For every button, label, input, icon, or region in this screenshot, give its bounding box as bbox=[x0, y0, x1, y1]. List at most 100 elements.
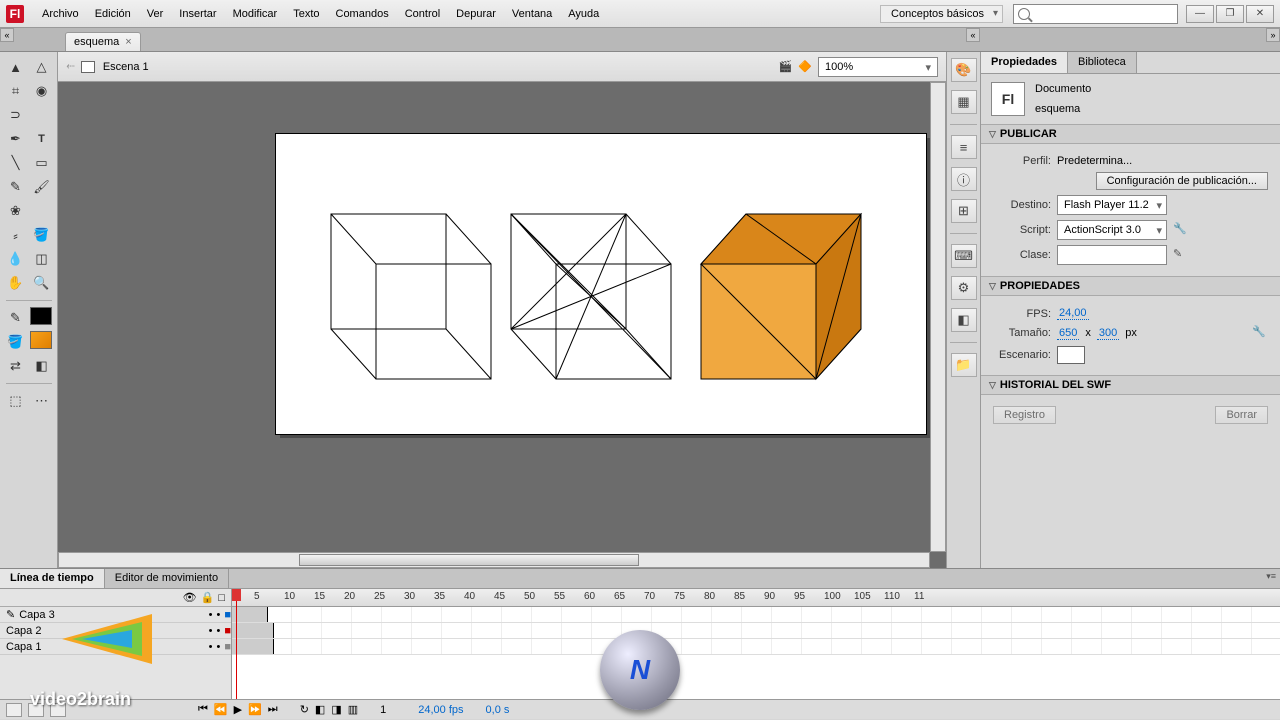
menu-ver[interactable]: Ver bbox=[139, 4, 172, 24]
close-button[interactable]: ✕ bbox=[1246, 5, 1274, 23]
edit-scene-icon[interactable]: 🎬 bbox=[779, 60, 793, 73]
onion-outline-button[interactable]: ◨ bbox=[331, 703, 341, 716]
menu-ventana[interactable]: Ventana bbox=[504, 4, 560, 24]
vertical-scrollbar[interactable] bbox=[930, 82, 946, 552]
align-panel-icon[interactable]: ≡ bbox=[951, 135, 977, 159]
brush-tool[interactable]: 🖌 bbox=[30, 176, 54, 198]
components-icon[interactable]: ⚙ bbox=[951, 276, 977, 300]
playhead[interactable] bbox=[236, 589, 237, 699]
selection-tool[interactable]: ▲ bbox=[4, 56, 28, 78]
fill-color[interactable] bbox=[30, 331, 52, 349]
motion-presets-icon[interactable]: ◧ bbox=[951, 308, 977, 332]
swatches-panel-icon[interactable]: ▦ bbox=[951, 90, 977, 114]
back-icon[interactable]: ⬸ bbox=[66, 60, 75, 73]
document-tab[interactable]: esquema × bbox=[65, 32, 141, 51]
wrench-icon[interactable]: 🔧 bbox=[1173, 222, 1189, 238]
snap-tool[interactable]: ⬚ bbox=[4, 390, 28, 412]
menu-ayuda[interactable]: Ayuda bbox=[560, 4, 607, 24]
edit-multiple-button[interactable]: ▥ bbox=[348, 703, 358, 716]
step-fwd-button[interactable]: ⏩ bbox=[248, 703, 262, 716]
paint-bucket-tool[interactable]: 🪣 bbox=[30, 224, 54, 246]
menu-depurar[interactable]: Depurar bbox=[448, 4, 504, 24]
text-tool[interactable]: T bbox=[30, 128, 54, 150]
menu-archivo[interactable]: Archivo bbox=[34, 4, 87, 24]
onion-skin-button[interactable]: ◧ bbox=[315, 703, 325, 716]
stroke-color-icon[interactable]: ✎ bbox=[4, 307, 28, 329]
workspace-selector[interactable]: Conceptos básicos bbox=[880, 5, 1003, 23]
publish-settings-button[interactable]: Configuración de publicación... bbox=[1096, 172, 1268, 190]
frame-ruler[interactable]: 5101520253035404550556065707580859095100… bbox=[232, 589, 1280, 607]
menu-modificar[interactable]: Modificar bbox=[225, 4, 286, 24]
lasso-tool[interactable]: ⊃ bbox=[4, 104, 28, 126]
tab-motion-editor[interactable]: Editor de movimiento bbox=[105, 569, 229, 588]
color-panel-icon[interactable]: 🎨 bbox=[951, 58, 977, 82]
menu-insertar[interactable]: Insertar bbox=[171, 4, 224, 24]
bone-tool[interactable]: ⸗ bbox=[4, 224, 28, 246]
timeline-fps[interactable]: 24,00 fps bbox=[418, 704, 463, 716]
stage-color[interactable] bbox=[1057, 346, 1085, 364]
rectangle-tool[interactable]: ▭ bbox=[30, 152, 54, 174]
section-publish[interactable]: PUBLICAR bbox=[981, 124, 1280, 144]
hand-tool[interactable]: ✋ bbox=[4, 272, 28, 294]
collapse-left-icon[interactable]: « bbox=[0, 28, 14, 42]
outline-icon[interactable]: □ bbox=[218, 592, 225, 604]
search-input[interactable] bbox=[1013, 4, 1178, 24]
fill-color-icon[interactable]: 🪣 bbox=[4, 331, 28, 353]
zoom-tool[interactable]: 🔍 bbox=[30, 272, 54, 294]
3d-rotation-tool[interactable]: ◉ bbox=[30, 80, 54, 102]
tab-properties[interactable]: Propiedades bbox=[981, 52, 1068, 73]
eraser-tool[interactable]: ◫ bbox=[30, 248, 54, 270]
code-snippets-icon[interactable]: ⌨ bbox=[951, 244, 977, 268]
edit-symbols-icon[interactable]: 🔶 bbox=[798, 60, 812, 73]
pen-tool[interactable]: ✒ bbox=[4, 128, 28, 150]
options[interactable]: ⋯ bbox=[30, 390, 54, 412]
tab-library[interactable]: Biblioteca bbox=[1068, 52, 1137, 73]
ffwd-button[interactable]: ⏭ bbox=[268, 703, 278, 716]
advanced-settings-icon[interactable]: 🔧 bbox=[1252, 325, 1268, 341]
size-width[interactable]: 650 bbox=[1057, 327, 1079, 340]
timeline-menu-icon[interactable]: ▾≡ bbox=[1266, 571, 1276, 582]
tab-timeline[interactable]: Línea de tiempo bbox=[0, 569, 105, 588]
collapse-mid-icon[interactable]: « bbox=[966, 28, 980, 42]
deco-tool[interactable]: ❀ bbox=[4, 200, 28, 222]
rewind-button[interactable]: ⏮ bbox=[198, 703, 208, 716]
default-colors[interactable]: ◧ bbox=[30, 355, 54, 377]
new-layer-button[interactable] bbox=[6, 703, 22, 717]
horizontal-scrollbar[interactable] bbox=[58, 552, 930, 568]
target-select[interactable]: Flash Player 11.2 bbox=[1057, 195, 1167, 215]
lock-icon[interactable]: 🔒 bbox=[201, 591, 215, 604]
menu-control[interactable]: Control bbox=[397, 4, 448, 24]
stage[interactable] bbox=[276, 134, 926, 434]
close-tab-icon[interactable]: × bbox=[125, 36, 131, 48]
eyedropper-tool[interactable]: 💧 bbox=[4, 248, 28, 270]
fps-value[interactable]: 24,00 bbox=[1057, 307, 1089, 320]
minimize-button[interactable]: — bbox=[1186, 5, 1214, 23]
stroke-color[interactable] bbox=[30, 307, 52, 325]
visibility-icon[interactable]: 👁 bbox=[183, 591, 197, 604]
menu-comandos[interactable]: Comandos bbox=[328, 4, 397, 24]
frames-layer-3[interactable] bbox=[232, 607, 1280, 623]
script-select[interactable]: ActionScript 3.0 bbox=[1057, 220, 1167, 240]
size-height[interactable]: 300 bbox=[1097, 327, 1119, 340]
section-swf-history[interactable]: HISTORIAL DEL SWF bbox=[981, 375, 1280, 395]
menu-edicion[interactable]: Edición bbox=[87, 4, 139, 24]
menu-texto[interactable]: Texto bbox=[285, 4, 327, 24]
pencil-tool[interactable]: ✎ bbox=[4, 176, 28, 198]
line-tool[interactable]: ╲ bbox=[4, 152, 28, 174]
play-button[interactable]: ▶ bbox=[234, 703, 242, 716]
subselection-tool[interactable]: △ bbox=[30, 56, 54, 78]
edit-class-icon[interactable]: ✎ bbox=[1173, 247, 1189, 263]
free-transform-tool[interactable]: ⌗ bbox=[4, 80, 28, 102]
restore-button[interactable]: ❐ bbox=[1216, 5, 1244, 23]
pasteboard[interactable] bbox=[58, 82, 946, 568]
info-panel-icon[interactable]: ⓘ bbox=[951, 167, 977, 191]
class-input[interactable] bbox=[1057, 245, 1167, 265]
section-properties[interactable]: PROPIEDADES bbox=[981, 276, 1280, 296]
zoom-selector[interactable]: 100% bbox=[818, 57, 938, 77]
project-panel-icon[interactable]: 📁 bbox=[951, 353, 977, 377]
collapse-right-icon[interactable]: » bbox=[1266, 28, 1280, 42]
frames-layer-2[interactable] bbox=[232, 623, 1280, 639]
step-back-button[interactable]: ⏪ bbox=[214, 703, 228, 716]
frames-layer-1[interactable] bbox=[232, 639, 1280, 655]
transform-panel-icon[interactable]: ⊞ bbox=[951, 199, 977, 223]
